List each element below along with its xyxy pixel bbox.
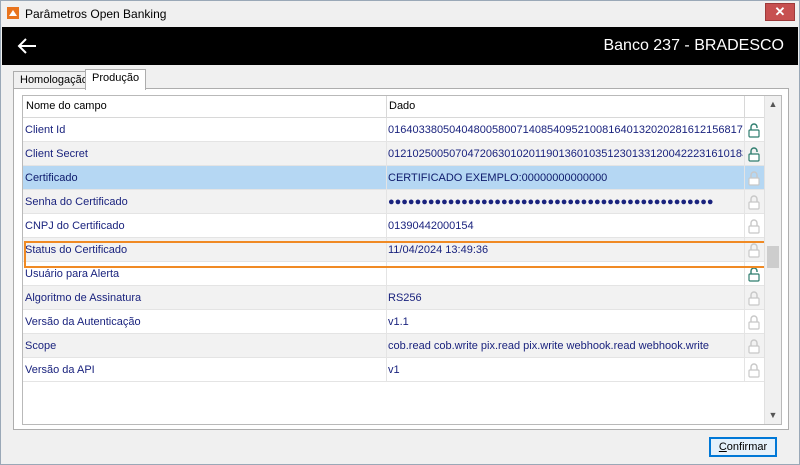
lock-icon [748,363,760,378]
cell-divider [744,190,745,214]
table-row[interactable]: Algoritmo de Assinatura RS256 [23,286,765,310]
cell-divider [386,310,387,334]
unlock-icon[interactable] [747,266,761,282]
cell-divider [744,334,745,358]
confirm-label: onfirmar [726,441,768,453]
lock-icon [748,219,760,234]
field-name: CNPJ do Certificado [25,220,125,232]
table-row[interactable]: CNPJ do Certificado 01390442000154 [23,214,765,238]
column-header-value[interactable]: Dado [389,100,415,112]
field-name: Usuário para Alerta [25,268,120,280]
field-name: Versão da Autenticação [25,316,141,328]
field-name: Scope [25,340,57,352]
cell-divider [744,286,745,310]
field-name: Algoritmo de Assinatura [25,292,142,304]
field-name: Certificado [25,172,78,184]
field-value[interactable]: 11/04/2024 13:49:36 [388,244,743,256]
confirm-button[interactable]: Confirmar [709,437,777,457]
field-value[interactable]: 0164033805040480058007140854095210081640… [388,124,743,136]
table-row[interactable]: Scope cob.read cob.write pix.read pix.wri… [23,334,765,358]
field-value[interactable]: v1 [388,364,743,376]
cell-divider [386,142,387,166]
column-divider[interactable] [744,96,745,118]
cell-divider [386,166,387,190]
field-name: Status do Certificado [25,244,128,256]
cell-divider [744,358,745,382]
field-value[interactable]: 01390442000154 [388,220,743,232]
cell-divider [744,214,745,238]
table-row[interactable]: Certificado CERTIFICADO EXEMPLO:000000000… [23,166,765,190]
cell-divider [386,358,387,382]
field-value[interactable]: cob.read cob.write pix.read pix.write we… [388,340,743,352]
scroll-up-icon[interactable]: ▲ [765,96,781,113]
back-arrow-icon[interactable] [16,35,38,57]
confirm-mnemonic: C [718,441,727,453]
table-row[interactable]: Client Id 0164033805040480058007140854095… [23,118,765,142]
tab-panel: Nome do campo Dado Client Id 016403380504… [13,88,789,430]
unlock-icon[interactable] [747,122,761,138]
parameters-grid[interactable]: Nome do campo Dado Client Id 016403380504… [22,95,782,425]
app-icon [7,7,19,19]
window-title: Parâmetros Open Banking [25,7,167,21]
lock-icon [748,243,760,258]
cell-divider [744,262,745,286]
field-name: Versão da API [25,364,95,376]
lock-icon [748,315,760,330]
field-value[interactable]: CERTIFICADO EXEMPLO:00000000000000 [388,172,743,184]
lock-icon [748,195,760,210]
tab-homologacao[interactable]: Homologação [13,71,95,89]
cell-divider [386,190,387,214]
table-row[interactable]: Senha do Certificado ●●●●●●●●●●●●●●●●●●●●… [23,190,765,214]
field-value[interactable]: ●●●●●●●●●●●●●●●●●●●●●●●●●●●●●●●●●●●●●●●●… [388,196,743,208]
cell-divider [386,238,387,262]
grid-header: Nome do campo Dado [23,96,765,118]
table-row[interactable]: Versão da API v1 [23,358,765,382]
cell-divider [386,286,387,310]
column-divider[interactable] [386,96,387,118]
cell-divider [386,334,387,358]
title-bar: Parâmetros Open Banking ✕ [1,1,799,27]
page-header: Banco 237 - BRADESCO [2,27,798,65]
close-button[interactable]: ✕ [765,3,795,21]
cell-divider [386,118,387,142]
lock-icon [748,339,760,354]
cell-divider [744,166,745,190]
table-row[interactable]: Client Secret 012102500507047206301020119… [23,142,765,166]
cell-divider [744,310,745,334]
table-row[interactable]: Status do Certificado 11/04/2024 13:49:36 [23,238,765,262]
field-value[interactable]: RS256 [388,292,743,304]
tab-producao[interactable]: Produção [85,69,147,90]
table-row[interactable]: Versão da Autenticação v1.1 [23,310,765,334]
cell-divider [744,142,745,166]
column-header-name[interactable]: Nome do campo [26,100,107,112]
lock-icon [748,291,760,306]
vertical-scrollbar[interactable]: ▲ ▼ [764,96,781,424]
scroll-thumb[interactable] [767,246,779,268]
scroll-down-icon[interactable]: ▼ [765,407,781,424]
field-value[interactable]: v1.1 [388,316,743,328]
field-name: Senha do Certificado [25,196,128,208]
cell-divider [386,214,387,238]
field-name: Client Id [25,124,66,136]
cell-divider [744,118,745,142]
table-row[interactable]: Usuário para Alerta [23,262,765,286]
bank-title: Banco 237 - BRADESCO [603,37,784,54]
cell-divider [386,262,387,286]
lock-icon [748,171,760,186]
field-name: Client Secret [25,148,88,160]
cell-divider [744,238,745,262]
main-window: Parâmetros Open Banking ✕ Banco 237 - BR… [0,0,800,465]
field-value[interactable]: 0121025005070472063010201190136010351230… [388,148,743,160]
unlock-icon[interactable] [747,146,761,162]
